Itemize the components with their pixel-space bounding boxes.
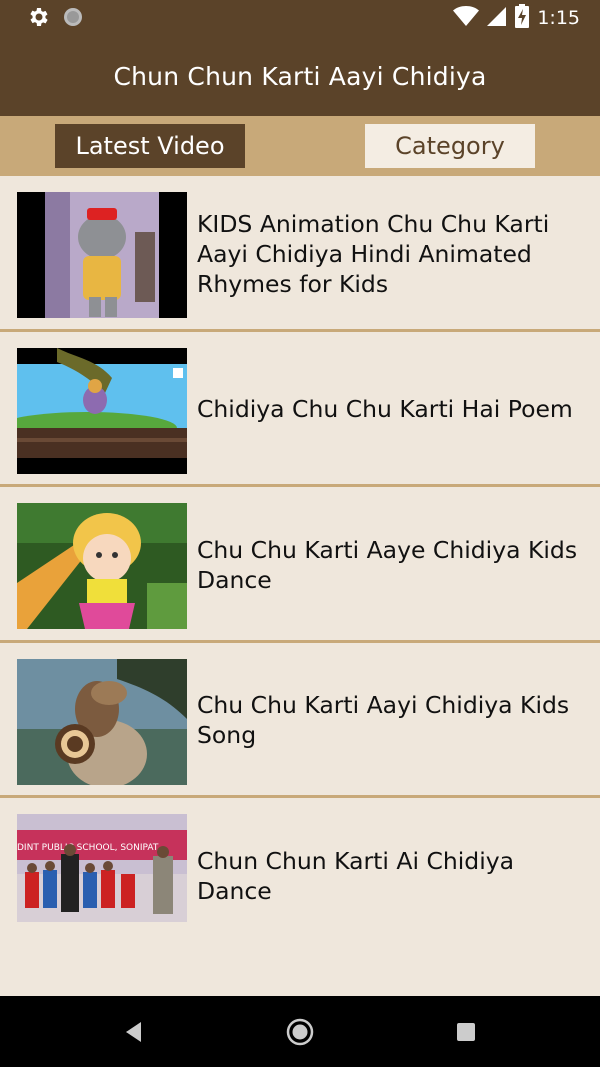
video-list-item[interactable]: Chu Chu Karti Aaye Chidiya Kids Dance <box>0 487 600 643</box>
video-thumbnail[interactable] <box>17 347 187 474</box>
home-icon[interactable] <box>282 1014 318 1050</box>
recents-icon[interactable] <box>448 1014 484 1050</box>
signal-icon <box>487 5 507 31</box>
video-list-item[interactable]: DINT PUBLIC SCHOOL, SONIPAT Chun Chun Ka… <box>0 798 600 954</box>
video-title[interactable]: KIDS Animation Chu Chu Karti Aayi Chidiy… <box>197 176 582 331</box>
video-list-item[interactable]: Chu Chu Karti Aayi Chidiya Kids Song <box>0 643 600 798</box>
video-thumbnail[interactable]: DINT PUBLIC SCHOOL, SONIPAT <box>17 814 187 922</box>
video-list-item[interactable]: Chidiya Chu Chu Karti Hai Poem <box>0 332 600 487</box>
status-bar: 1:15 <box>0 0 600 36</box>
tab-latest-video[interactable]: Latest Video <box>55 124 245 168</box>
thumbnail-banner-text: DINT PUBLIC SCHOOL, SONIPAT <box>17 843 159 853</box>
video-title[interactable]: Chidiya Chu Chu Karti Hai Poem <box>197 332 582 487</box>
video-thumbnail[interactable] <box>17 192 187 318</box>
circle-notification-icon <box>62 6 84 32</box>
battery-charging-icon <box>515 4 530 32</box>
app-bar: Chun Chun Karti Aayi Chidiya <box>0 36 600 116</box>
video-list[interactable]: KIDS Animation Chu Chu Karti Aayi Chidiy… <box>0 176 600 996</box>
wifi-icon <box>453 5 480 31</box>
video-thumbnail[interactable] <box>17 503 187 629</box>
video-title[interactable]: Chu Chu Karti Aaye Chidiya Kids Dance <box>197 487 582 642</box>
video-thumbnail[interactable] <box>17 658 187 785</box>
video-title[interactable]: Chu Chu Karti Aayi Chidiya Kids Song <box>197 643 582 798</box>
navigation-bar <box>0 996 600 1067</box>
tabs-bar: Latest Video Category <box>0 116 600 176</box>
status-time: 1:15 <box>537 7 580 29</box>
video-title[interactable]: Chun Chun Karti Ai Chidiya Dance <box>197 798 582 953</box>
settings-gear-icon <box>26 5 50 33</box>
tab-category[interactable]: Category <box>365 124 535 168</box>
app-title: Chun Chun Karti Aayi Chidiya <box>113 61 487 91</box>
back-icon[interactable] <box>116 1014 152 1050</box>
video-list-item[interactable]: KIDS Animation Chu Chu Karti Aayi Chidiy… <box>0 176 600 332</box>
